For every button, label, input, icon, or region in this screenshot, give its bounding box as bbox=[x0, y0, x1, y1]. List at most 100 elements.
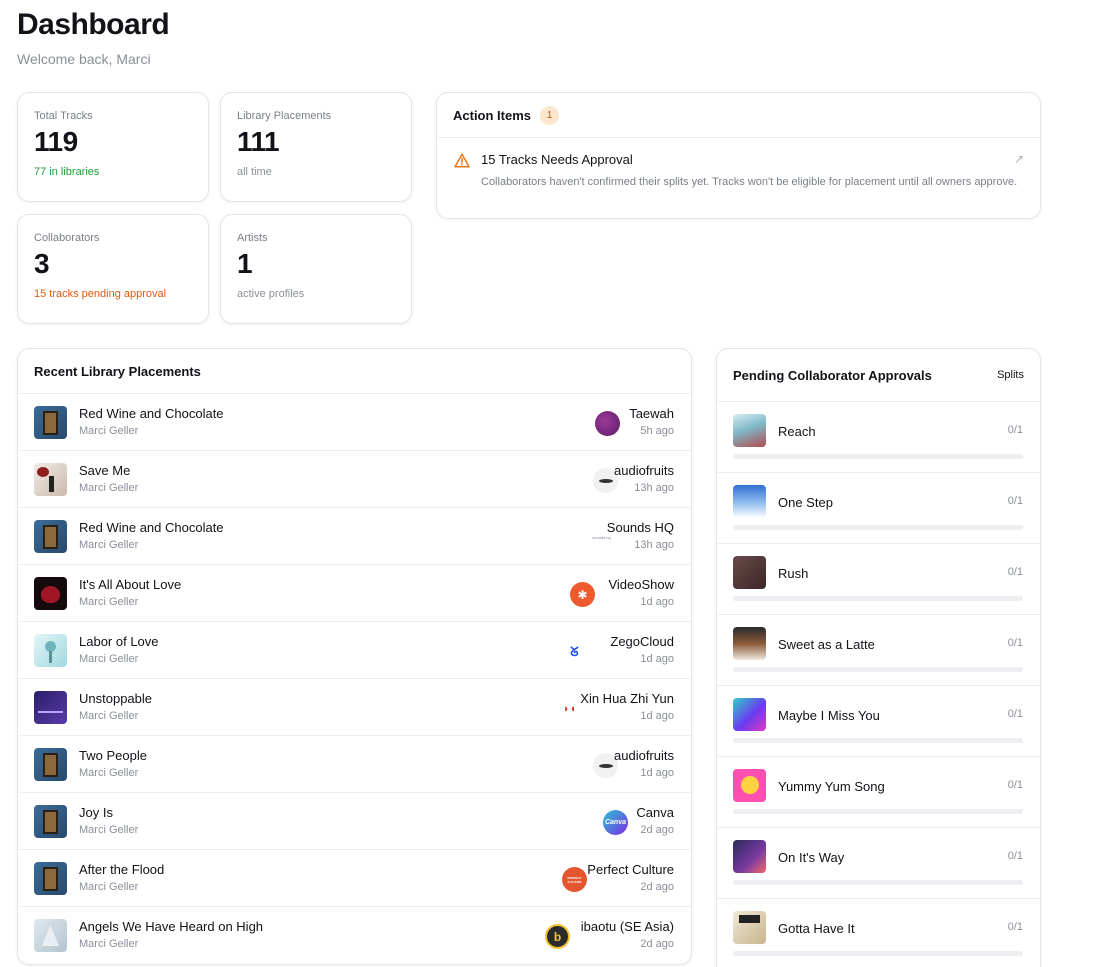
stat-value: 1 bbox=[237, 248, 253, 279]
stat-value: 119 bbox=[34, 126, 78, 157]
placement-time: 13h ago bbox=[634, 482, 674, 494]
library-name: Taewah bbox=[629, 406, 674, 421]
stat-subtext: active profiles bbox=[237, 288, 305, 300]
placement-time: 2d ago bbox=[640, 824, 674, 836]
cover-art-thumbnail bbox=[34, 919, 67, 952]
approval-count: 0/1 bbox=[1007, 779, 1023, 791]
library-name: audiofruits bbox=[614, 463, 674, 478]
pending-title: Reach bbox=[778, 424, 816, 439]
placement-artist: Marci Geller bbox=[79, 767, 139, 779]
action-items-title: Action Items bbox=[453, 107, 532, 123]
pending-row[interactable]: On It's Way 0/1 bbox=[717, 828, 1040, 899]
stat-card-collaborators: Collaborators 3 15 tracks pending approv… bbox=[17, 214, 209, 324]
placement-artist: Marci Geller bbox=[79, 824, 139, 836]
action-item-description: Collaborators haven't confirmed their sp… bbox=[481, 176, 1018, 188]
cover-art-thumbnail bbox=[34, 634, 67, 667]
pending-row[interactable]: Maybe I Miss You 0/1 bbox=[717, 686, 1040, 757]
cover-art-thumbnail bbox=[34, 406, 67, 439]
placement-row[interactable]: It's All About Love Marci Geller ✱ Video… bbox=[18, 565, 691, 622]
pending-approvals-panel: Pending Collaborator Approvals Splits Re… bbox=[716, 348, 1041, 967]
recent-placements-title: Recent Library Placements bbox=[18, 349, 691, 394]
cover-art-thumbnail bbox=[34, 748, 67, 781]
placement-title: Red Wine and Chocolate bbox=[79, 520, 224, 535]
placement-row[interactable]: Labor of Love Marci Geller ᘜ ZegoCloud 1… bbox=[18, 622, 691, 679]
library-logo-icon: b bbox=[545, 924, 570, 949]
approval-count: 0/1 bbox=[1007, 566, 1023, 578]
approval-progress-bar bbox=[733, 951, 1023, 956]
placement-title: After the Flood bbox=[79, 862, 165, 877]
approval-count: 0/1 bbox=[1007, 921, 1023, 933]
stat-subtext: 77 in libraries bbox=[34, 166, 100, 178]
action-items-header: Action Items 1 bbox=[437, 93, 1040, 138]
action-item[interactable]: 15 Tracks Needs Approval Collaborators h… bbox=[437, 138, 1040, 190]
library-logo-icon: ᘜ bbox=[562, 639, 587, 664]
library-name: Xin Hua Zhi Yun bbox=[580, 691, 674, 706]
placement-artist: Marci Geller bbox=[79, 482, 139, 494]
approval-count: 0/1 bbox=[1007, 424, 1023, 436]
pending-title: Gotta Have It bbox=[778, 921, 855, 936]
pending-row[interactable]: One Step 0/1 bbox=[717, 473, 1040, 544]
pending-row[interactable]: Rush 0/1 bbox=[717, 544, 1040, 615]
action-item-heading: 15 Tracks Needs Approval bbox=[481, 152, 633, 167]
placement-time: 13h ago bbox=[634, 539, 674, 551]
placement-row[interactable]: Red Wine and Chocolate Marci Geller soun… bbox=[18, 508, 691, 565]
cover-art-thumbnail bbox=[34, 691, 67, 724]
pending-title: Sweet as a Latte bbox=[778, 637, 875, 652]
placement-title: Two People bbox=[79, 748, 147, 763]
cover-art-thumbnail bbox=[733, 698, 766, 731]
stat-subtext: 15 tracks pending approval bbox=[34, 288, 167, 300]
library-logo-icon: ◗◖ bbox=[557, 696, 582, 721]
placement-row[interactable]: Two People Marci Geller audiofruits 1d a… bbox=[18, 736, 691, 793]
stat-label: Library Placements bbox=[237, 110, 332, 122]
placement-artist: Marci Geller bbox=[79, 539, 139, 551]
placement-title: It's All About Love bbox=[79, 577, 182, 592]
placement-time: 1d ago bbox=[640, 710, 674, 722]
cover-art-thumbnail bbox=[34, 463, 67, 496]
placement-row[interactable]: Joy Is Marci Geller Canva Canva 2d ago bbox=[18, 793, 691, 850]
placement-artist: Marci Geller bbox=[79, 710, 139, 722]
approval-progress-bar bbox=[733, 738, 1023, 743]
placement-row[interactable]: Unstoppable Marci Geller ◗◖ Xin Hua Zhi … bbox=[18, 679, 691, 736]
action-items-count-badge: 1 bbox=[540, 105, 560, 125]
placement-time: 1d ago bbox=[640, 767, 674, 779]
placement-artist: Marci Geller bbox=[79, 653, 139, 665]
pending-row[interactable]: Gotta Have It 0/1 bbox=[717, 899, 1040, 967]
stat-label: Artists bbox=[237, 232, 268, 244]
pending-title: Maybe I Miss You bbox=[778, 708, 880, 723]
placement-row[interactable]: After the Flood Marci Geller PERFECT CUL… bbox=[18, 850, 691, 907]
approval-progress-bar bbox=[733, 880, 1023, 885]
stat-card-artists: Artists 1 active profiles bbox=[220, 214, 412, 324]
approval-count: 0/1 bbox=[1007, 637, 1023, 649]
placement-title: Angels We Have Heard on High bbox=[79, 919, 264, 934]
placement-time: 1d ago bbox=[640, 596, 674, 608]
placement-artist: Marci Geller bbox=[79, 425, 139, 437]
cover-art-thumbnail bbox=[733, 840, 766, 873]
placement-artist: Marci Geller bbox=[79, 938, 139, 950]
placement-title: Red Wine and Chocolate bbox=[79, 406, 224, 421]
cover-art-thumbnail bbox=[34, 862, 67, 895]
pending-approvals-title: Pending Collaborator Approvals bbox=[733, 367, 932, 383]
external-link-icon[interactable]: ↗ bbox=[1014, 152, 1024, 166]
placement-row[interactable]: Save Me Marci Geller audiofruits 13h ago bbox=[18, 451, 691, 508]
pending-row[interactable]: Reach 0/1 bbox=[717, 402, 1040, 473]
recent-placements-panel: Recent Library Placements Red Wine and C… bbox=[17, 348, 692, 965]
stat-card-total-tracks: Total Tracks 119 77 in libraries bbox=[17, 92, 209, 202]
pending-row[interactable]: Sweet as a Latte 0/1 bbox=[717, 615, 1040, 686]
library-name: Perfect Culture bbox=[587, 862, 674, 877]
pending-row[interactable]: Yummy Yum Song 0/1 bbox=[717, 757, 1040, 828]
stat-card-library-placements: Library Placements 111 all time bbox=[220, 92, 412, 202]
placement-title: Save Me bbox=[79, 463, 131, 478]
stat-value: 3 bbox=[34, 248, 50, 279]
approval-progress-bar bbox=[733, 667, 1023, 672]
cover-art-thumbnail bbox=[733, 769, 766, 802]
placement-row[interactable]: Red Wine and Chocolate Marci Geller Taew… bbox=[18, 394, 691, 451]
library-name: audiofruits bbox=[614, 748, 674, 763]
placement-row[interactable]: Angels We Have Heard on High Marci Gelle… bbox=[18, 907, 691, 964]
cover-art-thumbnail bbox=[34, 520, 67, 553]
library-name: ZegoCloud bbox=[610, 634, 674, 649]
welcome-message: Welcome back, Marci bbox=[17, 51, 151, 67]
pending-title: On It's Way bbox=[778, 850, 845, 865]
cover-art-thumbnail bbox=[733, 627, 766, 660]
approval-count: 0/1 bbox=[1007, 850, 1023, 862]
splits-link[interactable]: Splits bbox=[997, 369, 1024, 381]
